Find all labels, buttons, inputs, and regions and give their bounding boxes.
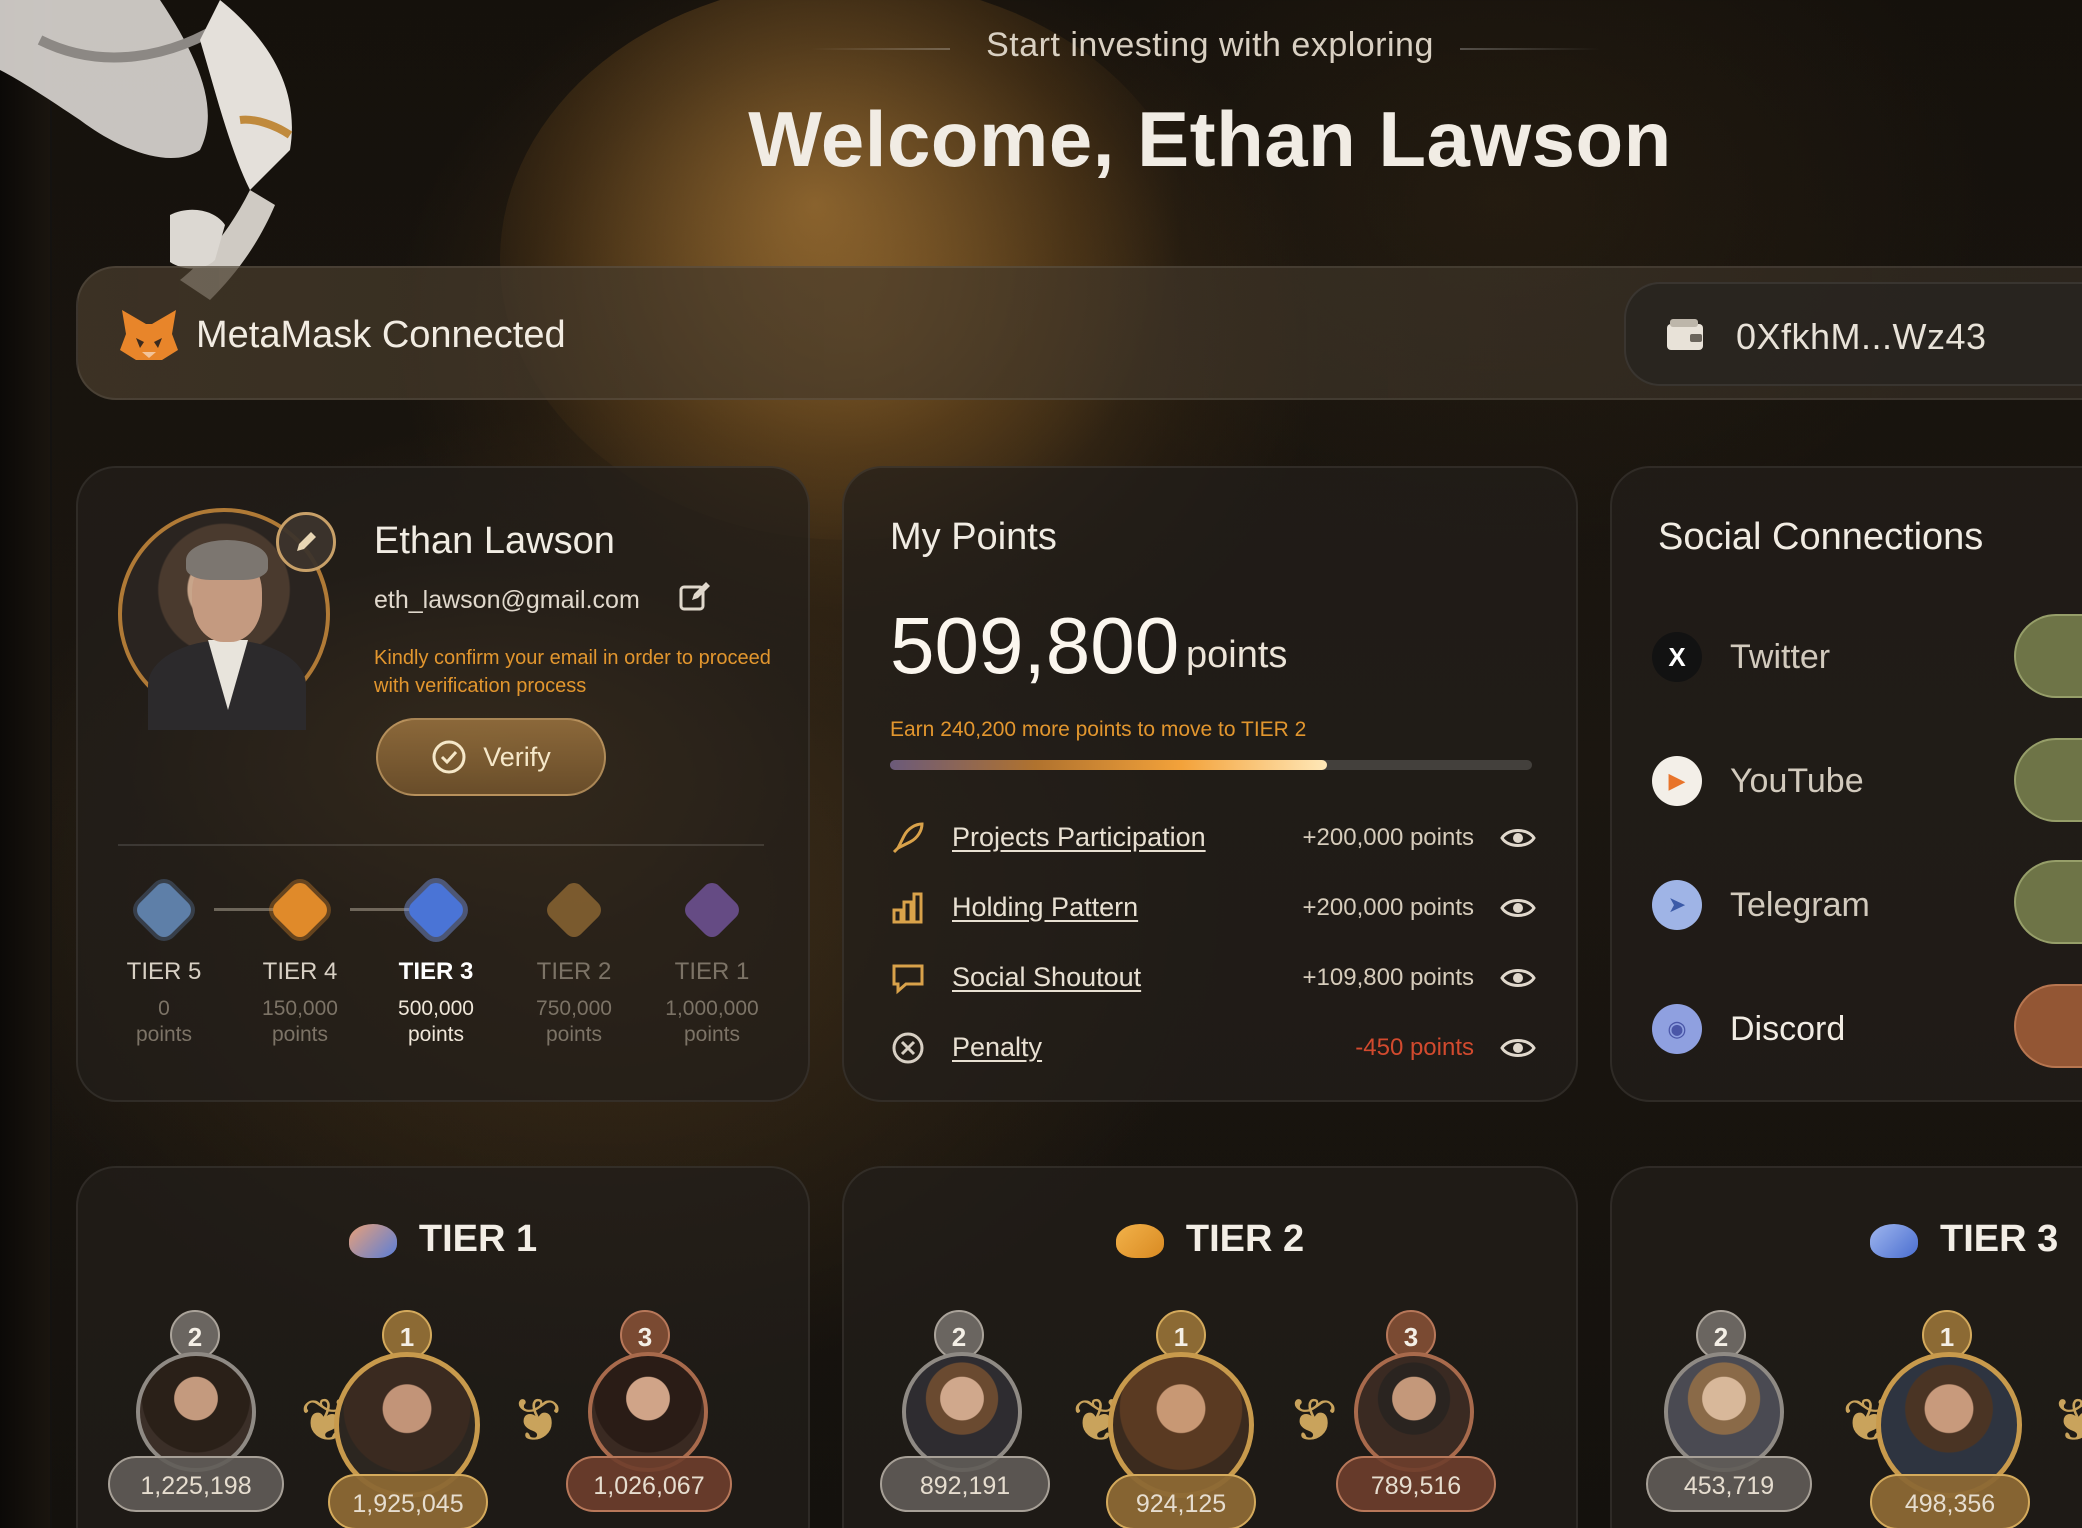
tier-3-badge-icon <box>404 878 468 942</box>
leaderboard-title: TIER 3 <box>1870 1218 2058 1261</box>
subtitle-left-line <box>810 48 950 50</box>
leaderboard-title: TIER 2 <box>844 1218 1576 1261</box>
leaderboard-avatar[interactable] <box>902 1352 1022 1472</box>
points-row-social[interactable]: Social Shoutout +109,800 points <box>890 954 1540 1004</box>
page-title: Welcome, Ethan Lawson <box>748 95 1672 183</box>
profile-email: eth_lawson@gmail.com <box>374 586 640 614</box>
leaderboard-tier-3: TIER 3 2 453,719 ❦ ❦ 1 498,356 <box>1610 1166 2082 1528</box>
wallet-address: 0XfkhM...Wz43 <box>1736 316 1987 357</box>
points-progress-fill <box>890 760 1327 770</box>
points-title: My Points <box>890 516 1057 558</box>
verify-button[interactable]: Verify <box>376 718 606 796</box>
eye-icon[interactable] <box>1500 892 1536 924</box>
tier-step-1: TIER 1 1,000,000 points <box>642 878 782 1050</box>
leaderboard-avatar[interactable] <box>136 1352 256 1472</box>
points-unit: points <box>1186 634 1288 676</box>
eye-icon[interactable] <box>1500 1032 1536 1064</box>
laurel-right-icon: ❦ <box>1288 1387 1339 1454</box>
leaderboard-score: 1,225,198 <box>108 1456 284 1512</box>
discord-icon: ◉ <box>1652 1004 1702 1054</box>
wallet-address-pill[interactable]: 0XfkhM...Wz43 <box>1624 282 2082 386</box>
eye-icon[interactable] <box>1500 962 1536 994</box>
tier-step-4: TIER 4 150,000 points <box>230 878 370 1050</box>
points-progress-bar <box>890 760 1532 770</box>
wallet-icon <box>1667 319 1703 350</box>
leaderboard-tier-1: TIER 1 2 1,225,198 ❦ ❦ 1 1,925,045 3 1,0… <box>76 1166 810 1528</box>
profile-divider <box>118 844 764 846</box>
wallet-status-text: MetaMask Connected <box>196 314 566 356</box>
tier-3-badge-icon <box>1870 1223 1918 1258</box>
leaderboard-avatar[interactable] <box>588 1352 708 1472</box>
social-row-discord: ◉ Discord <box>1652 998 2072 1058</box>
points-total: 509,800 <box>890 601 1180 690</box>
leaderboard-tier-2: TIER 2 2 892,191 ❦ ❦ 1 924,125 3 789,516 <box>842 1166 1578 1528</box>
telegram-icon: ➤ <box>1652 880 1702 930</box>
x-icon: X <box>1652 632 1702 682</box>
leaderboard-score: 1,925,045 <box>328 1474 488 1528</box>
tier-4-badge-icon <box>268 878 332 942</box>
social-title: Social Connections <box>1658 516 1984 558</box>
tier-1-badge-icon <box>348 1223 397 1258</box>
points-next-tier-note: Earn 240,200 more points to move to TIER… <box>890 718 1307 741</box>
social-row-youtube: ▶ YouTube <box>1652 750 2072 810</box>
tier-step-5: TIER 5 0 points <box>94 878 234 1050</box>
tier-step-2: TIER 2 750,000 points <box>504 878 644 1050</box>
points-row-penalty[interactable]: Penalty -450 points <box>890 1024 1540 1074</box>
leaderboard-score: 892,191 <box>880 1456 1050 1512</box>
leaderboard-avatar[interactable] <box>1354 1352 1474 1472</box>
penalty-icon <box>892 1032 924 1064</box>
leaderboard-score: 789,516 <box>1336 1456 1496 1512</box>
chat-icon <box>892 964 924 995</box>
metamask-fox-icon <box>120 310 178 360</box>
points-row-holding[interactable]: Holding Pattern +200,000 points <box>890 884 1540 934</box>
leaderboard-avatar[interactable] <box>1664 1352 1784 1472</box>
check-circle-icon <box>432 740 466 774</box>
tier-2-badge-icon <box>1115 1223 1164 1258</box>
points-row-projects[interactable]: Projects Participation +200,000 points <box>890 814 1540 864</box>
subtitle-right-line <box>1460 48 1600 50</box>
tier-2-badge-icon <box>542 878 606 942</box>
rocket-icon <box>892 822 924 854</box>
laurel-right-icon: ❦ <box>512 1387 563 1454</box>
social-row-twitter: X Twitter <box>1652 626 2072 686</box>
laurel-right-icon: ❦ <box>2052 1386 2082 1456</box>
email-warning: Kindly confirm your email in order to pr… <box>374 647 771 697</box>
edit-avatar-button[interactable] <box>276 512 336 572</box>
my-points-card: My Points 509,800 points Earn 240,200 mo… <box>842 466 1578 1102</box>
eye-icon[interactable] <box>1500 822 1536 854</box>
youtube-icon: ▶ <box>1652 756 1702 806</box>
bar-chart-icon <box>892 892 923 924</box>
leaderboard-score: 498,356 <box>1870 1474 2030 1528</box>
leaderboard-title: TIER 1 <box>78 1218 808 1261</box>
social-connections-card: Social Connections X Twitter ▶ YouTube ➤… <box>1610 466 2082 1102</box>
tier-step-3: TIER 3 500,000 points <box>366 878 506 1050</box>
edit-email-icon[interactable] <box>678 580 712 614</box>
profile-name: Ethan Lawson <box>374 520 615 562</box>
social-row-telegram: ➤ Telegram <box>1652 874 2072 934</box>
leaderboard-score: 1,026,067 <box>566 1456 732 1512</box>
pencil-icon <box>297 532 316 551</box>
tier-progress: TIER 5 0 points TIER 4 150,000 points TI… <box>94 878 794 1078</box>
tier-1-badge-icon <box>680 878 744 942</box>
verify-label: Verify <box>483 741 551 772</box>
leaderboard-score: 924,125 <box>1106 1474 1256 1528</box>
tier-5-badge-icon <box>132 878 196 942</box>
profile-card: Ethan Lawson eth_lawson@gmail.com Kindly… <box>76 466 810 1102</box>
leaderboard-score: 453,719 <box>1646 1456 1812 1512</box>
page-subtitle: Start investing with exploring <box>986 26 1434 64</box>
